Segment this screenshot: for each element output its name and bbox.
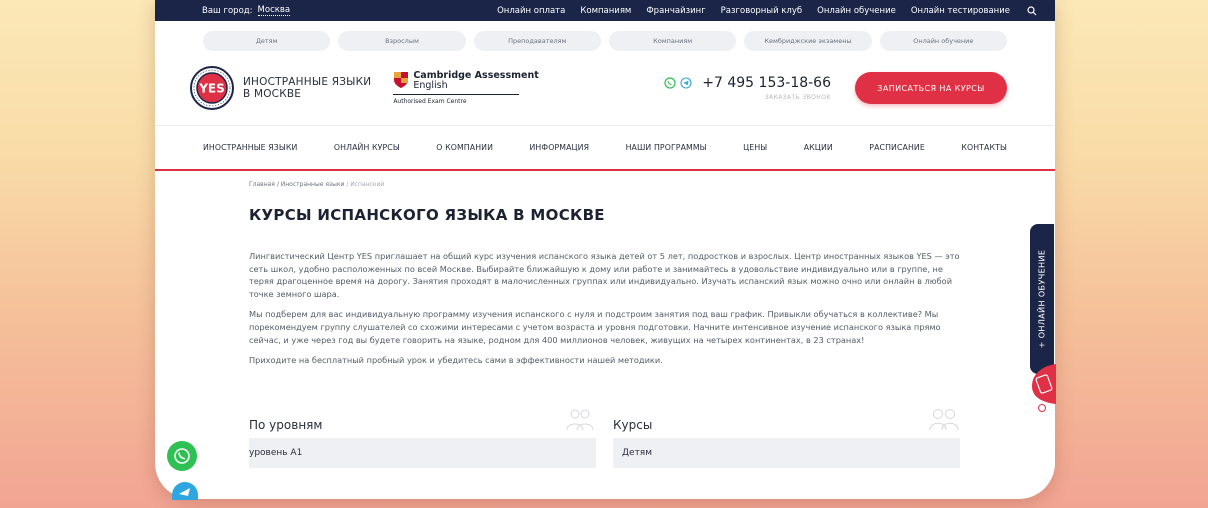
- nav-schedule[interactable]: РАСПИСАНИЕ: [869, 143, 925, 152]
- nav-contacts[interactable]: КОНТАКТЫ: [961, 143, 1007, 152]
- top-link-online-testing[interactable]: Онлайн тестирование: [911, 6, 1010, 16]
- course-sections: По уровням уровень А1 Курсы Детям: [249, 406, 961, 468]
- logo-text: ИНОСТРАННЫЕ ЯЗЫКИ В МОСКВЕ: [243, 76, 371, 100]
- top-link-franchising[interactable]: Франчайзинг: [646, 6, 705, 16]
- nav-programs[interactable]: НАШИ ПРОГРАММЫ: [626, 143, 707, 152]
- main-content: Главная / Иностранные языки / Испанский …: [155, 171, 1055, 468]
- page-title: КУРСЫ ИСПАНСКОГО ЯЗЫКА В МОСКВЕ: [249, 206, 605, 224]
- whatsapp-chat-icon: [174, 448, 190, 464]
- nav-prices[interactable]: ЦЕНЫ: [743, 143, 767, 152]
- online-learning-side-tab[interactable]: + ОНЛАЙН ОБУЧЕНИЕ: [1030, 224, 1054, 374]
- top-links: Онлайн оплата Компаниям Франчайзинг Разг…: [497, 6, 1037, 16]
- level-item-a1[interactable]: уровень А1: [249, 437, 596, 468]
- pill-online-learning[interactable]: Онлайн обучение: [879, 31, 1007, 51]
- top-link-online-payment[interactable]: Онлайн оплата: [497, 6, 565, 16]
- cambridge-badge: Cambridge Assessment English Authorised …: [393, 71, 539, 105]
- whatsapp-icon[interactable]: [664, 77, 676, 89]
- course-item-kids[interactable]: Детям: [613, 437, 960, 468]
- side-tab-label: + ОНЛАЙН ОБУЧЕНИЕ: [1037, 249, 1047, 349]
- logo-line-1: ИНОСТРАННЫЕ ЯЗЫКИ: [243, 76, 372, 88]
- pill-companies[interactable]: Компаниям: [608, 31, 737, 51]
- pill-adults[interactable]: Взрослым: [338, 31, 466, 51]
- cambridge-english: English: [413, 80, 448, 91]
- site-header: YES ИНОСТРАННЫЕ ЯЗЫКИ В МОСКВЕ Cambridge…: [155, 51, 1055, 125]
- courses-title: Курсы: [613, 417, 653, 432]
- top-link-companies[interactable]: Компаниям: [580, 6, 631, 16]
- nav-promotions[interactable]: АКЦИИ: [804, 143, 833, 152]
- audience-pills: Детям Взрослым Преподавателям Компаниям …: [155, 21, 1055, 51]
- phone-number[interactable]: +7 495 153-18-66: [702, 75, 831, 91]
- levels-title: По уровням: [249, 417, 323, 432]
- browser-page: Ваш город: Москва Онлайн оплата Компания…: [155, 0, 1055, 499]
- courses-section: Курсы Детям: [613, 406, 960, 468]
- whatsapp-chat-button[interactable]: [167, 441, 197, 471]
- breadcrumb-section[interactable]: / Иностранные языки: [277, 181, 345, 188]
- svg-text:YES: YES: [198, 82, 225, 96]
- breadcrumb-home[interactable]: Главная: [249, 181, 275, 188]
- yes-seal-logo: YES: [190, 66, 234, 110]
- search-icon[interactable]: [1027, 5, 1037, 16]
- trial-paragraph: Приходите на бесплатный пробный урок и у…: [249, 355, 663, 366]
- city-label: Ваш город:: [202, 5, 253, 16]
- intro-paragraph: Лингвистический Центр YES приглашает на …: [249, 251, 960, 299]
- top-bar: Ваш город: Москва Онлайн оплата Компания…: [155, 0, 1055, 21]
- level-item-label: уровень А1: [249, 447, 303, 458]
- cambridge-shield-icon: [394, 72, 409, 88]
- online-learning-badge-icon[interactable]: [1028, 362, 1056, 414]
- breadcrumb-current: / Испанский: [346, 181, 385, 188]
- pill-kids[interactable]: Детям: [203, 31, 331, 51]
- site-logo[interactable]: YES ИНОСТРАННЫЕ ЯЗЫКИ В МОСКВЕ: [189, 65, 371, 111]
- nav-online-courses[interactable]: ОНЛАЙН КУРСЫ: [334, 143, 400, 152]
- logo-line-2: В МОСКВЕ: [243, 88, 302, 100]
- people-group-icon: [566, 409, 594, 430]
- nav-foreign-languages[interactable]: ИНОСТРАННЫЕ ЯЗЫКИ: [203, 143, 297, 152]
- cambridge-divider: [393, 94, 520, 95]
- enroll-button[interactable]: ЗАПИСАТЬСЯ НА КУРСЫ: [855, 72, 1007, 104]
- users-icon: [929, 408, 959, 430]
- main-nav: ИНОСТРАННЫЕ ЯЗЫКИ ОНЛАЙН КУРСЫ О КОМПАНИ…: [155, 125, 1055, 171]
- telegram-icon[interactable]: [680, 77, 692, 89]
- breadcrumb: Главная / Иностранные языки / Испанский: [249, 181, 961, 188]
- levels-section: По уровням уровень А1: [249, 406, 596, 468]
- nav-about[interactable]: О КОМПАНИИ: [436, 143, 493, 152]
- top-link-online-learning[interactable]: Онлайн обучение: [817, 6, 896, 16]
- contact-block: +7 495 153-18-66 ЗАКАЗАТЬ ЗВОНОК: [664, 75, 831, 101]
- cambridge-subtitle: Authorised Exam Centre: [393, 98, 467, 105]
- pill-cambridge-exams[interactable]: Кембриджские экзамены: [744, 31, 872, 51]
- request-call-link[interactable]: ЗАКАЗАТЬ ЗВОНОК: [664, 94, 831, 101]
- pill-teachers[interactable]: Преподавателям: [473, 31, 601, 51]
- program-paragraph: Мы подберем для вас индивидуальную прогр…: [249, 309, 941, 345]
- nav-info[interactable]: ИНФОРМАЦИЯ: [530, 143, 590, 152]
- course-item-label: Детям: [622, 447, 653, 458]
- city-selector[interactable]: Москва: [257, 5, 291, 16]
- top-link-speaking-club[interactable]: Разговорный клуб: [721, 6, 802, 16]
